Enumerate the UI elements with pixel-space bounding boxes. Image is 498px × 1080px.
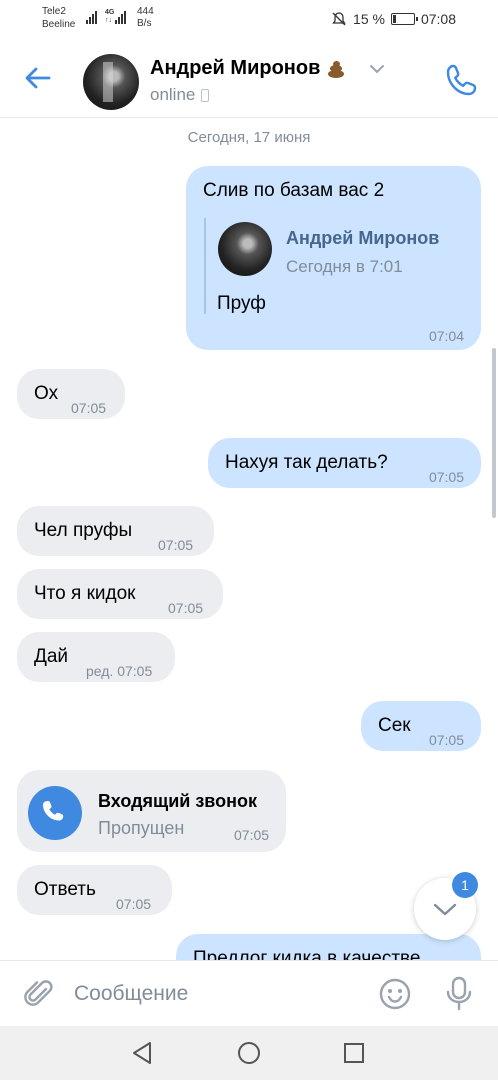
nav-recents-icon[interactable] (339, 1038, 369, 1068)
contact-name: Андрей Миронов (150, 57, 321, 79)
message-text: Чел пруфы (34, 520, 133, 541)
message-bubble-out[interactable]: Нахуя так делать? 07:05 (208, 438, 481, 488)
message-time: 07:05 (71, 400, 107, 416)
call-subtitle: Пропущен (98, 818, 185, 838)
contact-name-row[interactable]: Андрей Миронов (150, 57, 346, 80)
network-speed: 444 B/s (137, 6, 154, 29)
message-bubble-in[interactable]: Чел пруфы 07:05 (17, 506, 214, 556)
carrier-1: Tele2 (42, 6, 66, 17)
status-text: online (150, 85, 196, 104)
message-time: 07:05 (234, 827, 270, 843)
message-text: Сек (378, 715, 411, 736)
message-text: Предлог кидка в качестве (193, 948, 421, 960)
message-bubble-out[interactable]: Сек 07:05 (361, 701, 481, 751)
nav-home-icon[interactable] (234, 1038, 264, 1068)
attachment-clip-icon[interactable] (22, 977, 56, 1011)
status-right: 15 % 07:08 (331, 11, 456, 27)
emoji-smile-icon[interactable] (378, 977, 412, 1011)
message-input[interactable] (74, 975, 364, 1013)
contact-avatar[interactable] (83, 54, 139, 110)
forwarded-date: Сегодня в 7:01 (286, 257, 403, 276)
chat-history[interactable]: Сегодня, 17 июня Слив по базам вас 2 Анд… (0, 118, 498, 960)
message-bubble-in[interactable]: Ох 07:05 (17, 369, 125, 419)
chevron-down-icon[interactable] (369, 62, 385, 76)
message-text: Ответь (34, 879, 96, 900)
message-text: Что я кидок (34, 583, 136, 604)
mobile-device-icon (201, 88, 210, 102)
message-text: Нахуя так делать? (225, 452, 388, 473)
chat-scrollbar[interactable] (492, 348, 496, 518)
unread-badge: 1 (452, 872, 478, 898)
nav-back-icon[interactable] (128, 1038, 158, 1068)
phone-call-icon[interactable] (444, 62, 480, 98)
mute-bell-icon (332, 12, 346, 26)
back-arrow-icon[interactable] (22, 62, 54, 94)
signal-icon (86, 10, 97, 24)
message-text: Ох (34, 383, 59, 404)
message-bubble-out[interactable]: Слив по базам вас 2 Андрей Миронов Сегод… (186, 166, 481, 350)
forwarded-avatar[interactable] (218, 222, 272, 276)
carrier-2: Beeline (42, 19, 76, 30)
call-circle[interactable] (28, 786, 82, 840)
signal-icon-2 (115, 10, 126, 24)
message-text: Дай (34, 646, 69, 667)
contact-status: online (150, 85, 210, 105)
message-time: 07:05 (428, 469, 464, 485)
call-title: Входящий звонок (98, 791, 257, 811)
message-time: 07:05 (428, 732, 464, 748)
date-separator: Сегодня, 17 июня (187, 129, 311, 146)
battery-icon (390, 13, 418, 25)
message-time: 07:04 (428, 328, 464, 344)
message-bubble-in[interactable]: Ответь 07:05 (17, 865, 172, 915)
forwarded-text: Пруф (217, 293, 266, 314)
message-time: 07:05 (116, 896, 152, 912)
network-type: 4G ↑↓ (105, 9, 115, 24)
clock: 07:08 (420, 11, 456, 27)
poop-emoji-icon (326, 60, 346, 78)
phone-icon (43, 801, 64, 821)
battery-percent: 15 % (353, 11, 385, 27)
message-composer (0, 960, 498, 1026)
message-time: 07:05 (168, 600, 204, 616)
microphone-icon[interactable] (444, 975, 474, 1013)
chat-header: Андрей Миронов online (0, 40, 498, 118)
message-time: 07:05 (158, 537, 194, 553)
message-time: ред. 07:05 (86, 663, 153, 679)
system-nav-bar (0, 1026, 498, 1080)
message-bubble-in[interactable]: Что я кидок 07:05 (17, 569, 223, 619)
carrier-labels: Tele2 Beeline (42, 5, 75, 31)
missed-call-card[interactable]: Входящий звонок Пропущен 07:05 (17, 770, 286, 852)
forwarded-author[interactable]: Андрей Миронов (286, 226, 439, 250)
message-text: Слив по базам вас 2 (203, 180, 385, 201)
forward-bar (204, 218, 206, 314)
message-bubble-in[interactable]: Дай ред. 07:05 (17, 632, 175, 682)
status-bar: Tele2 Beeline 4G ↑↓ 444 B/s 15 % 07:08 (0, 0, 498, 40)
